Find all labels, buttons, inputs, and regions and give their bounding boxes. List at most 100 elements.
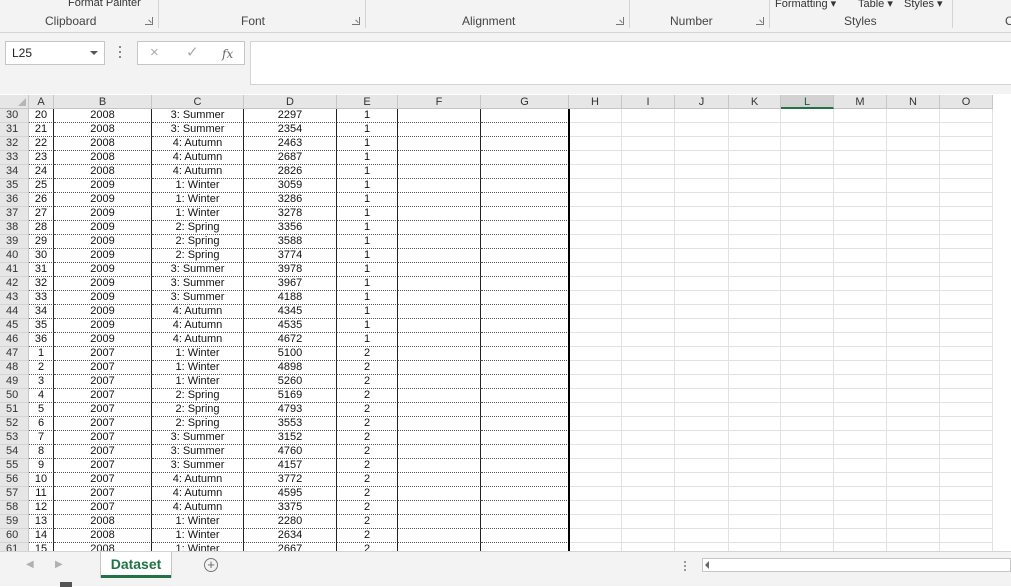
empty-cell[interactable] <box>834 445 887 459</box>
table-cell[interactable] <box>398 361 481 375</box>
alignment-launcher-icon[interactable] <box>616 17 624 25</box>
table-cell[interactable]: 2008 <box>54 515 152 529</box>
table-cell[interactable]: 4: Autumn <box>152 305 244 319</box>
empty-cell[interactable] <box>781 123 834 137</box>
table-cell[interactable]: 31 <box>29 263 54 277</box>
table-cell[interactable]: 26 <box>29 193 54 207</box>
row-header[interactable]: 49 <box>0 375 29 389</box>
table-cell[interactable] <box>481 263 569 277</box>
empty-cell[interactable] <box>781 501 834 515</box>
empty-cell[interactable] <box>622 501 675 515</box>
table-cell[interactable]: 29 <box>29 235 54 249</box>
column-header-i[interactable]: I <box>622 95 675 109</box>
row-header[interactable]: 31 <box>0 123 29 137</box>
table-cell[interactable]: 2009 <box>54 235 152 249</box>
table-cell[interactable] <box>481 445 569 459</box>
table-cell[interactable]: 2 <box>337 487 398 501</box>
empty-cell[interactable] <box>940 179 993 193</box>
table-cell[interactable]: 2297 <box>244 109 337 123</box>
empty-cell[interactable] <box>622 263 675 277</box>
row-header[interactable]: 30 <box>0 109 29 123</box>
empty-cell[interactable] <box>569 403 622 417</box>
table-cell[interactable]: 3772 <box>244 473 337 487</box>
empty-cell[interactable] <box>887 487 940 501</box>
table-cell[interactable]: 1 <box>337 333 398 347</box>
table-cell[interactable]: 8 <box>29 445 54 459</box>
empty-cell[interactable] <box>940 123 993 137</box>
empty-cell[interactable] <box>675 193 729 207</box>
table-cell[interactable]: 27 <box>29 207 54 221</box>
table-cell[interactable]: 11 <box>29 487 54 501</box>
insert-function-icon[interactable]: fx <box>222 45 233 63</box>
table-cell[interactable]: 33 <box>29 291 54 305</box>
table-cell[interactable] <box>398 403 481 417</box>
table-cell[interactable] <box>398 473 481 487</box>
table-cell[interactable]: 1: Winter <box>152 207 244 221</box>
table-cell[interactable] <box>481 473 569 487</box>
table-cell[interactable]: 4 <box>29 389 54 403</box>
empty-cell[interactable] <box>675 249 729 263</box>
table-cell[interactable]: 10 <box>29 473 54 487</box>
table-cell[interactable]: 2009 <box>54 333 152 347</box>
empty-cell[interactable] <box>729 179 781 193</box>
empty-cell[interactable] <box>729 235 781 249</box>
empty-cell[interactable] <box>887 543 940 551</box>
table-cell[interactable]: 2 <box>337 445 398 459</box>
empty-cell[interactable] <box>940 445 993 459</box>
row-header[interactable]: 61 <box>0 543 29 551</box>
table-cell[interactable]: 2008 <box>54 151 152 165</box>
empty-cell[interactable] <box>781 277 834 291</box>
table-cell[interactable]: 2 <box>337 403 398 417</box>
empty-cell[interactable] <box>729 347 781 361</box>
empty-cell[interactable] <box>940 375 993 389</box>
table-cell[interactable] <box>481 389 569 403</box>
empty-cell[interactable] <box>569 529 622 543</box>
table-cell[interactable]: 2009 <box>54 319 152 333</box>
empty-cell[interactable] <box>622 347 675 361</box>
table-cell[interactable]: 1 <box>337 151 398 165</box>
row-header[interactable]: 43 <box>0 291 29 305</box>
table-cell[interactable]: 5 <box>29 403 54 417</box>
table-cell[interactable]: 21 <box>29 123 54 137</box>
empty-cell[interactable] <box>729 291 781 305</box>
table-cell[interactable]: 2009 <box>54 305 152 319</box>
empty-cell[interactable] <box>622 137 675 151</box>
empty-cell[interactable] <box>622 221 675 235</box>
empty-cell[interactable] <box>675 375 729 389</box>
table-cell[interactable]: 1 <box>337 179 398 193</box>
row-header[interactable]: 52 <box>0 417 29 431</box>
table-cell[interactable]: 2007 <box>54 501 152 515</box>
table-cell[interactable]: 3978 <box>244 263 337 277</box>
empty-cell[interactable] <box>675 207 729 221</box>
table-cell[interactable]: 3: Summer <box>152 459 244 473</box>
empty-cell[interactable] <box>675 333 729 347</box>
empty-cell[interactable] <box>940 249 993 263</box>
empty-cell[interactable] <box>781 165 834 179</box>
empty-cell[interactable] <box>940 403 993 417</box>
empty-cell[interactable] <box>729 431 781 445</box>
table-cell[interactable]: 3059 <box>244 179 337 193</box>
table-cell[interactable]: 5260 <box>244 375 337 389</box>
table-cell[interactable]: 1 <box>337 277 398 291</box>
table-cell[interactable]: 4157 <box>244 459 337 473</box>
table-cell[interactable]: 3774 <box>244 249 337 263</box>
table-cell[interactable]: 2007 <box>54 417 152 431</box>
table-cell[interactable]: 2009 <box>54 179 152 193</box>
empty-cell[interactable] <box>622 515 675 529</box>
table-cell[interactable]: 3278 <box>244 207 337 221</box>
table-cell[interactable]: 1 <box>337 193 398 207</box>
table-cell[interactable] <box>481 179 569 193</box>
table-cell[interactable]: 22 <box>29 137 54 151</box>
empty-cell[interactable] <box>569 207 622 221</box>
table-cell[interactable]: 1 <box>337 165 398 179</box>
empty-cell[interactable] <box>781 515 834 529</box>
empty-cell[interactable] <box>781 389 834 403</box>
empty-cell[interactable] <box>940 277 993 291</box>
table-cell[interactable]: 3 <box>29 375 54 389</box>
table-cell[interactable]: 2008 <box>54 165 152 179</box>
table-cell[interactable] <box>481 529 569 543</box>
table-cell[interactable]: 2 <box>337 375 398 389</box>
row-header[interactable]: 57 <box>0 487 29 501</box>
table-cell[interactable] <box>398 109 481 123</box>
table-cell[interactable]: 2: Spring <box>152 249 244 263</box>
